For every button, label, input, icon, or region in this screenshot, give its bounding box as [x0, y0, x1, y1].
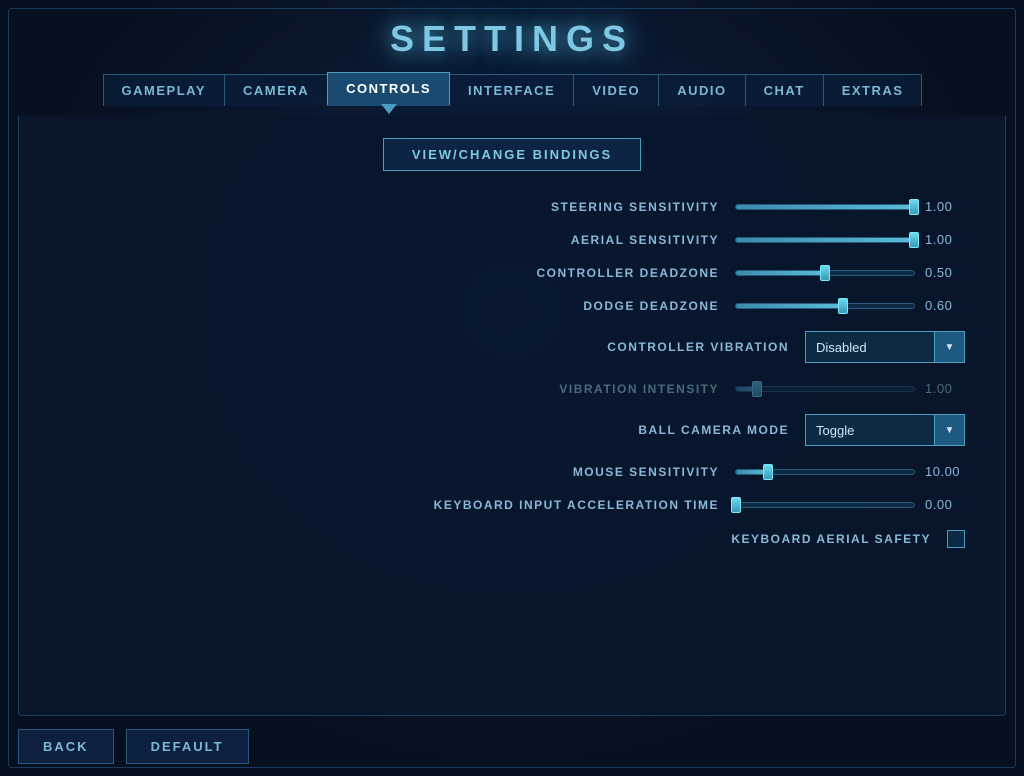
aerial-sensitivity-thumb: [909, 232, 919, 248]
page-title: SETTINGS: [0, 18, 1024, 60]
aerial-sensitivity-fill: [736, 238, 914, 242]
vibration-intensity-track: [735, 386, 915, 392]
steering-sensitivity-track[interactable]: [735, 204, 915, 210]
aerial-sensitivity-slider-container: 1.00: [735, 232, 965, 247]
keyboard-input-accel-slider-container: 0.00: [735, 497, 965, 512]
keyboard-input-accel-thumb: [731, 497, 741, 513]
table-row: DODGE DEADZONE 0.60: [59, 298, 965, 313]
controller-deadzone-slider-container: 0.50: [735, 265, 965, 280]
ball-camera-mode-value: Toggle: [806, 418, 934, 443]
dodge-deadzone-value: 0.60: [925, 298, 965, 313]
dodge-deadzone-track[interactable]: [735, 303, 915, 309]
table-row: KEYBOARD AERIAL SAFETY: [59, 530, 965, 548]
settings-list: STEERING SENSITIVITY 1.00 AERIAL SENSITI…: [19, 199, 1005, 548]
controller-deadzone-value: 0.50: [925, 265, 965, 280]
mouse-sensitivity-value: 10.00: [925, 464, 965, 479]
table-row: VIBRATION INTENSITY 1.00: [59, 381, 965, 396]
keyboard-input-accel-label: KEYBOARD INPUT ACCELERATION TIME: [419, 498, 719, 512]
controller-deadzone-fill: [736, 271, 825, 275]
steering-sensitivity-label: STEERING SENSITIVITY: [419, 200, 719, 214]
tab-chat[interactable]: CHAT: [745, 74, 824, 106]
tab-camera[interactable]: CAMERA: [224, 74, 328, 106]
controller-vibration-value: Disabled: [806, 335, 934, 360]
view-bindings-button[interactable]: VIEW/CHANGE BINDINGS: [383, 138, 641, 171]
back-button[interactable]: BACK: [18, 729, 114, 764]
mouse-sensitivity-track[interactable]: [735, 469, 915, 475]
controller-vibration-dropdown[interactable]: Disabled ▼: [805, 331, 965, 363]
dropdown-arrow-icon: ▼: [934, 415, 964, 445]
dodge-deadzone-fill: [736, 304, 843, 308]
tabs-bar: GAMEPLAY CAMERA CONTROLS INTERFACE VIDEO…: [0, 72, 1024, 106]
vibration-intensity-thumb: [752, 381, 762, 397]
vibration-intensity-value: 1.00: [925, 381, 965, 396]
table-row: CONTROLLER VIBRATION Disabled ▼: [59, 331, 965, 363]
controller-vibration-label: CONTROLLER VIBRATION: [489, 340, 789, 354]
vibration-intensity-label: VIBRATION INTENSITY: [419, 382, 719, 396]
tab-controls[interactable]: CONTROLS: [327, 72, 450, 106]
steering-sensitivity-thumb: [909, 199, 919, 215]
keyboard-aerial-safety-checkbox[interactable]: [947, 530, 965, 548]
aerial-sensitivity-label: AERIAL SENSITIVITY: [419, 233, 719, 247]
mouse-sensitivity-slider-container: 10.00: [735, 464, 965, 479]
steering-sensitivity-value: 1.00: [925, 199, 965, 214]
tab-extras[interactable]: EXTRAS: [823, 74, 923, 106]
vibration-intensity-slider-container: 1.00: [735, 381, 965, 396]
table-row: AERIAL SENSITIVITY 1.00: [59, 232, 965, 247]
tab-audio[interactable]: AUDIO: [658, 74, 745, 106]
tab-gameplay[interactable]: GAMEPLAY: [103, 74, 225, 106]
table-row: STEERING SENSITIVITY 1.00: [59, 199, 965, 214]
active-tab-arrow: [381, 104, 397, 114]
controller-deadzone-label: CONTROLLER DEADZONE: [419, 266, 719, 280]
ball-camera-mode-label: BALL CAMERA MODE: [489, 423, 789, 437]
tab-interface[interactable]: INTERFACE: [449, 74, 574, 106]
table-row: KEYBOARD INPUT ACCELERATION TIME 0.00: [59, 497, 965, 512]
table-row: MOUSE SENSITIVITY 10.00: [59, 464, 965, 479]
controller-deadzone-thumb: [820, 265, 830, 281]
steering-sensitivity-fill: [736, 205, 914, 209]
mouse-sensitivity-label: MOUSE SENSITIVITY: [419, 465, 719, 479]
content-area: VIEW/CHANGE BINDINGS STEERING SENSITIVIT…: [18, 116, 1006, 716]
dodge-deadzone-thumb: [838, 298, 848, 314]
keyboard-aerial-safety-label: KEYBOARD AERIAL SAFETY: [631, 532, 931, 546]
table-row: BALL CAMERA MODE Toggle ▼: [59, 414, 965, 446]
dropdown-arrow-icon: ▼: [934, 332, 964, 362]
steering-sensitivity-slider-container: 1.00: [735, 199, 965, 214]
table-row: CONTROLLER DEADZONE 0.50: [59, 265, 965, 280]
bottom-bar: BACK DEFAULT: [18, 729, 249, 764]
dodge-deadzone-label: DODGE DEADZONE: [419, 299, 719, 313]
default-button[interactable]: DEFAULT: [126, 729, 249, 764]
aerial-sensitivity-track[interactable]: [735, 237, 915, 243]
controller-deadzone-track[interactable]: [735, 270, 915, 276]
mouse-sensitivity-thumb: [763, 464, 773, 480]
tab-video[interactable]: VIDEO: [573, 74, 659, 106]
keyboard-input-accel-track[interactable]: [735, 502, 915, 508]
dodge-deadzone-slider-container: 0.60: [735, 298, 965, 313]
aerial-sensitivity-value: 1.00: [925, 232, 965, 247]
ball-camera-mode-dropdown[interactable]: Toggle ▼: [805, 414, 965, 446]
keyboard-input-accel-value: 0.00: [925, 497, 965, 512]
